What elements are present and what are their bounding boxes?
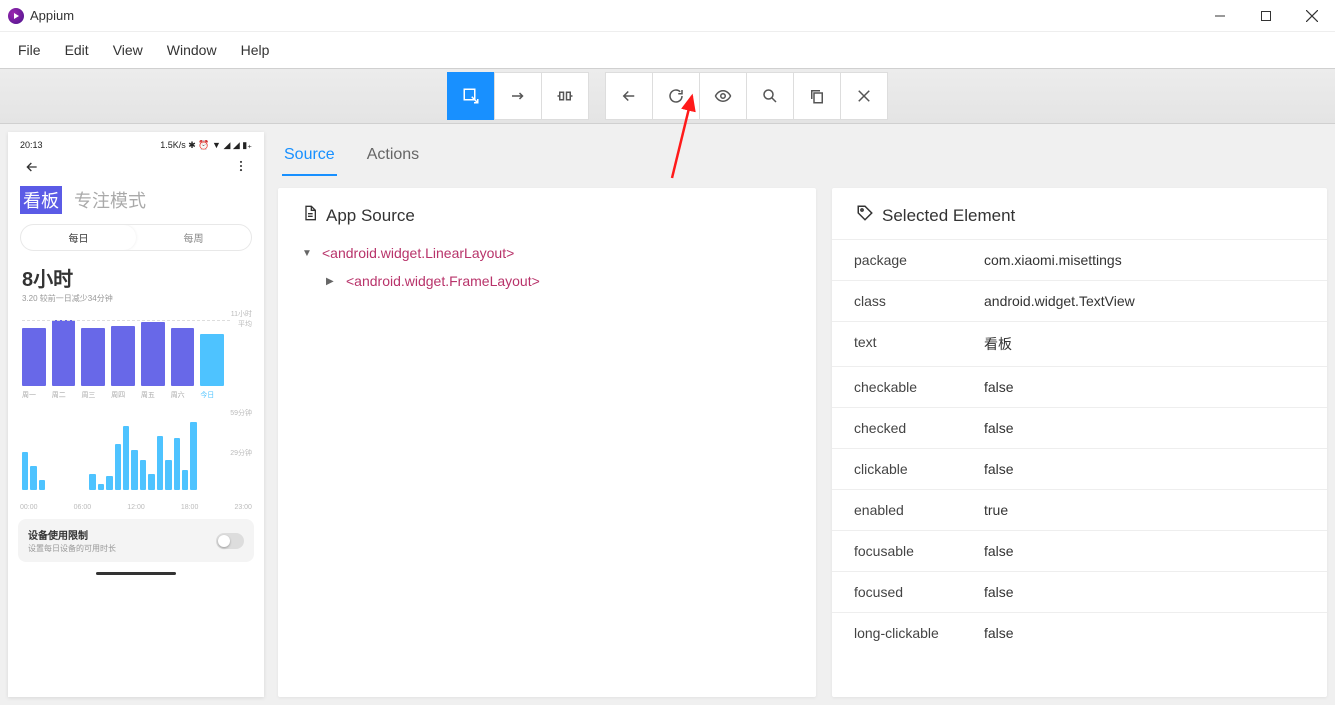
menu-file[interactable]: File [8, 38, 51, 62]
window-minimize-button[interactable] [1197, 0, 1243, 32]
menubar: File Edit View Window Help [0, 32, 1335, 68]
phone-weekly-tab: 每周 [136, 225, 251, 250]
tree-collapse-icon[interactable]: ▶ [326, 276, 338, 287]
tap-coordinates-button[interactable] [541, 72, 589, 120]
attr-value: false [984, 584, 1305, 600]
titlebar: Appium [0, 0, 1335, 32]
attribute-list[interactable]: packagecom.xiaomi.misettingsclassandroid… [832, 239, 1327, 653]
status-time: 20:13 [20, 140, 43, 151]
total-hours: 8小时 [22, 263, 250, 292]
attr-row: clickablefalse [832, 448, 1327, 489]
attr-key: long-clickable [854, 625, 984, 641]
source-tree[interactable]: ▼ <android.widget.LinearLayout> ▶ <andro… [278, 239, 816, 295]
app-source-panel: App Source ▼ <android.widget.LinearLayou… [278, 188, 816, 697]
attr-value: false [984, 461, 1305, 477]
phone-more-icon [234, 159, 248, 178]
window-maximize-button[interactable] [1243, 0, 1289, 32]
menu-edit[interactable]: Edit [55, 38, 99, 62]
hourly-bar-chart: 59分钟 29分钟 [18, 408, 254, 504]
tab-source[interactable]: Source [282, 140, 337, 176]
attr-value: 看板 [984, 334, 1305, 354]
attr-value: true [984, 502, 1305, 518]
attr-row: long-clickablefalse [832, 612, 1327, 653]
tag-icon [856, 204, 874, 227]
swipe-button[interactable] [494, 72, 542, 120]
phone-statusbar: 20:13 1.5K/s ✱ ⏰ ▼ ◢ ◢ ▮₊ [14, 138, 258, 153]
attr-key: package [854, 252, 984, 268]
weekly-bar-chart: 11小时平均 周一 周二 周三 周四 周五 周六 今日 [18, 310, 254, 402]
attr-row: enabledtrue [832, 489, 1327, 530]
device-preview[interactable]: 20:13 1.5K/s ✱ ⏰ ▼ ◢ ◢ ▮₊ 看板 专注模式 每日 每周 … [8, 132, 264, 697]
attr-value: false [984, 379, 1305, 395]
attr-key: text [854, 334, 984, 354]
window-close-button[interactable] [1289, 0, 1335, 32]
attr-key: enabled [854, 502, 984, 518]
app-title: Appium [30, 8, 74, 23]
attr-key: class [854, 293, 984, 309]
attr-row: classandroid.widget.TextView [832, 280, 1327, 321]
limit-toggle [216, 533, 244, 549]
attr-key: checked [854, 420, 984, 436]
main-area: 20:13 1.5K/s ✱ ⏰ ▼ ◢ ◢ ▮₊ 看板 专注模式 每日 每周 … [0, 124, 1335, 705]
hours-subtitle: 3.20 较前一日减少34分钟 [22, 293, 250, 304]
tab-actions[interactable]: Actions [365, 140, 421, 176]
tree-expand-icon[interactable]: ▼ [302, 248, 314, 259]
status-indicators: 1.5K/s ✱ ⏰ ▼ ◢ ◢ ▮₊ [160, 140, 252, 151]
attr-row: text看板 [832, 321, 1327, 366]
attr-value: com.xiaomi.misettings [984, 252, 1305, 268]
select-element-button[interactable] [447, 72, 495, 120]
attr-value: android.widget.TextView [984, 293, 1305, 309]
phone-daily-tab: 每日 [21, 225, 136, 250]
tree-node-child[interactable]: <android.widget.FrameLayout> [346, 273, 540, 289]
menu-help[interactable]: Help [231, 38, 280, 62]
home-indicator [96, 572, 176, 575]
attr-key: clickable [854, 461, 984, 477]
selected-panel-title: Selected Element [882, 206, 1015, 226]
app-icon [8, 8, 24, 24]
attr-key: checkable [854, 379, 984, 395]
attr-row: checkedfalse [832, 407, 1327, 448]
attr-value: false [984, 625, 1305, 641]
attr-value: false [984, 543, 1305, 559]
phone-back-icon [24, 159, 40, 178]
phone-tab-kanban: 看板 [20, 186, 62, 214]
search-button[interactable] [746, 72, 794, 120]
attr-value: false [984, 420, 1305, 436]
inspector-tabs: Source Actions [278, 132, 1327, 176]
attr-row: packagecom.xiaomi.misettings [832, 239, 1327, 280]
back-button[interactable] [605, 72, 653, 120]
quit-button[interactable] [840, 72, 888, 120]
menu-view[interactable]: View [103, 38, 153, 62]
limit-title: 设备使用限制 [28, 527, 116, 542]
attr-row: focusedfalse [832, 571, 1327, 612]
toolbar [0, 68, 1335, 124]
record-button[interactable] [699, 72, 747, 120]
usage-limit-card: 设备使用限制 设置每日设备的可用时长 [18, 519, 254, 562]
refresh-button[interactable] [652, 72, 700, 120]
selected-element-panel: Selected Element packagecom.xiaomi.miset… [832, 188, 1327, 697]
source-panel-title: App Source [326, 206, 415, 226]
attr-key: focusable [854, 543, 984, 559]
attr-row: checkablefalse [832, 366, 1327, 407]
attr-row: focusablefalse [832, 530, 1327, 571]
tree-node-root[interactable]: <android.widget.LinearLayout> [322, 245, 514, 261]
copy-button[interactable] [793, 72, 841, 120]
menu-window[interactable]: Window [157, 38, 227, 62]
attr-key: focused [854, 584, 984, 600]
file-icon [302, 204, 318, 227]
limit-subtitle: 设置每日设备的可用时长 [28, 543, 116, 554]
phone-tab-focus: 专注模式 [74, 187, 146, 213]
